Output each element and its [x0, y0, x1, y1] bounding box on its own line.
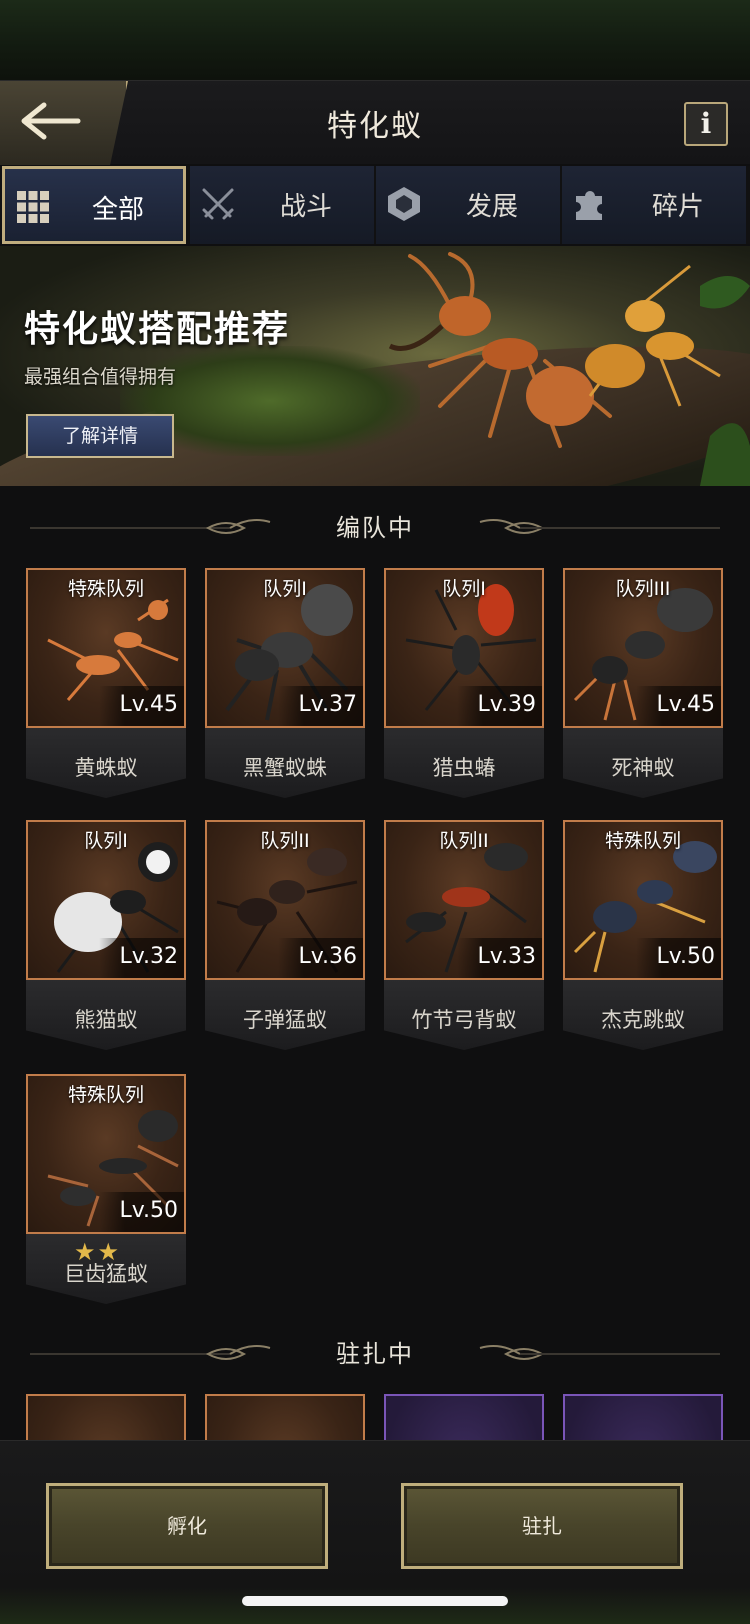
squad-label: 队列I — [263, 578, 307, 600]
ant-portrait-frame[interactable]: 队列I Lv.37 — [205, 568, 365, 728]
tab-fragments-label: 碎片 — [651, 192, 704, 222]
leaf-divider-left-icon — [30, 1345, 271, 1360]
ant-card[interactable]: 队列I Lv.37 黑蟹蚁蛛 — [205, 568, 365, 798]
section-header-in-squad: 编队中 — [0, 508, 750, 548]
tab-fragments[interactable]: 碎片 — [562, 166, 746, 244]
level-label: Lv.33 — [457, 938, 542, 978]
tab-combat[interactable]: 战斗 — [190, 166, 374, 244]
tab-combat-label: 战斗 — [279, 192, 332, 222]
level-label: Lv.45 — [99, 686, 184, 726]
ant-portrait-frame[interactable]: 队列II Lv.33 — [384, 820, 544, 980]
ant-portrait-frame[interactable] — [384, 1394, 544, 1440]
ant-card[interactable] — [384, 1394, 544, 1440]
ant-name: 猎虫蝽 — [432, 756, 496, 780]
ant-name: 黑蟹蚁蛛 — [243, 756, 327, 780]
level-label: Lv.37 — [278, 686, 363, 726]
ant-portrait-frame[interactable] — [563, 1394, 723, 1440]
tab-development[interactable]: 发展 — [376, 166, 560, 244]
section-header-stationed: 驻扎中 — [0, 1334, 750, 1374]
tab-all-label: 全部 — [91, 195, 144, 225]
squad-label: 特殊队列 — [67, 1084, 144, 1106]
section-title-in-squad: 编队中 — [336, 514, 414, 542]
ant-card[interactable]: 特殊队列 Lv.50 ★★ 巨齿猛蚁 — [26, 1074, 186, 1304]
header-bar: 特化蚁 i — [0, 80, 750, 165]
ant-card[interactable]: 队列II Lv.36 子弹猛蚁 — [205, 820, 365, 1050]
ant-name: 熊猫蚁 — [74, 1008, 138, 1032]
leaf-divider-right-icon — [479, 1345, 720, 1360]
ant-portrait-frame[interactable] — [205, 1394, 365, 1440]
crossed-swords-icon — [202, 188, 234, 220]
development-icon — [388, 187, 420, 221]
banner-ants-illustration — [388, 252, 750, 486]
category-tabs: 全部 战斗 发展 碎片 — [0, 166, 750, 244]
ant-name: 巨齿猛蚁 — [64, 1262, 148, 1286]
info-button[interactable]: i — [684, 102, 728, 146]
ant-portrait-frame[interactable]: 队列I Lv.39 — [384, 568, 544, 728]
ant-card[interactable]: 队列III Lv.45 死神蚁 — [563, 568, 723, 798]
ant-portrait-frame[interactable]: 特殊队列 Lv.50 — [26, 1074, 186, 1234]
page-title: 特化蚁 — [327, 109, 423, 144]
ant-name: 死神蚁 — [611, 756, 675, 780]
ant-name: 黄蛛蚁 — [74, 756, 138, 780]
ant-portrait-frame[interactable]: 队列I Lv.32 — [26, 820, 186, 980]
banner-subtitle: 最强组合值得拥有 — [24, 366, 177, 388]
home-indicator[interactable] — [242, 1596, 508, 1606]
ant-portrait-frame[interactable]: 队列II Lv.36 — [205, 820, 365, 980]
level-label: Lv.50 — [99, 1192, 184, 1232]
level-label: Lv.45 — [636, 686, 721, 726]
tab-development-label: 发展 — [465, 192, 518, 222]
hatch-button[interactable]: 孵化 — [46, 1483, 328, 1569]
squad-label: 队列III — [615, 578, 671, 600]
squad-label: 队列I — [442, 578, 486, 600]
top-background — [0, 0, 750, 80]
ant-portrait-frame[interactable]: 特殊队列 Lv.45 — [26, 568, 186, 728]
leaf-divider-right-icon — [479, 519, 720, 534]
level-label: Lv.39 — [457, 686, 542, 726]
ant-name: 竹节弓背蚁 — [411, 1008, 517, 1032]
ant-card[interactable]: 队列I Lv.32 熊猫蚁 — [26, 820, 186, 1050]
learn-more-button[interactable]: 了解详情 — [26, 414, 174, 458]
level-label: Lv.36 — [278, 938, 363, 978]
ant-name: 杰克跳蚁 — [601, 1008, 685, 1032]
squad-label: 队列II — [260, 830, 310, 852]
ant-card[interactable] — [563, 1394, 723, 1440]
squad-label: 特殊队列 — [67, 578, 144, 600]
promo-banner[interactable]: 特化蚁搭配推荐 最强组合值得拥有 了解详情 — [0, 246, 750, 486]
tab-all[interactable]: 全部 — [2, 166, 186, 244]
ant-portrait-frame[interactable] — [26, 1394, 186, 1440]
level-label: Lv.32 — [99, 938, 184, 978]
squad-label: 队列II — [439, 830, 489, 852]
level-label: Lv.50 — [636, 938, 721, 978]
ant-name: 子弹猛蚁 — [243, 1008, 327, 1032]
banner-title: 特化蚁搭配推荐 — [24, 309, 291, 350]
ant-card[interactable]: 队列II Lv.33 竹节弓背蚁 — [384, 820, 544, 1050]
ant-card[interactable]: 特殊队列 Lv.50 杰克跳蚁 — [563, 820, 723, 1050]
squad-label: 特殊队列 — [604, 830, 681, 852]
ant-portrait-frame[interactable]: 特殊队列 Lv.50 — [563, 820, 723, 980]
puzzle-piece-icon — [576, 191, 602, 220]
station-button[interactable]: 驻扎 — [401, 1483, 683, 1569]
grid-icon — [17, 191, 49, 223]
ant-card[interactable] — [205, 1394, 365, 1440]
ant-card[interactable] — [26, 1394, 186, 1440]
ant-card[interactable]: 队列I Lv.39 猎虫蝽 — [384, 568, 544, 798]
section-title-stationed: 驻扎中 — [336, 1340, 414, 1368]
ant-card[interactable]: 特殊队列 Lv.45 黄蛛蚁 — [26, 568, 186, 798]
squad-label: 队列I — [84, 830, 128, 852]
ant-portrait-frame[interactable]: 队列III Lv.45 — [563, 568, 723, 728]
leaf-divider-left-icon — [30, 519, 271, 534]
